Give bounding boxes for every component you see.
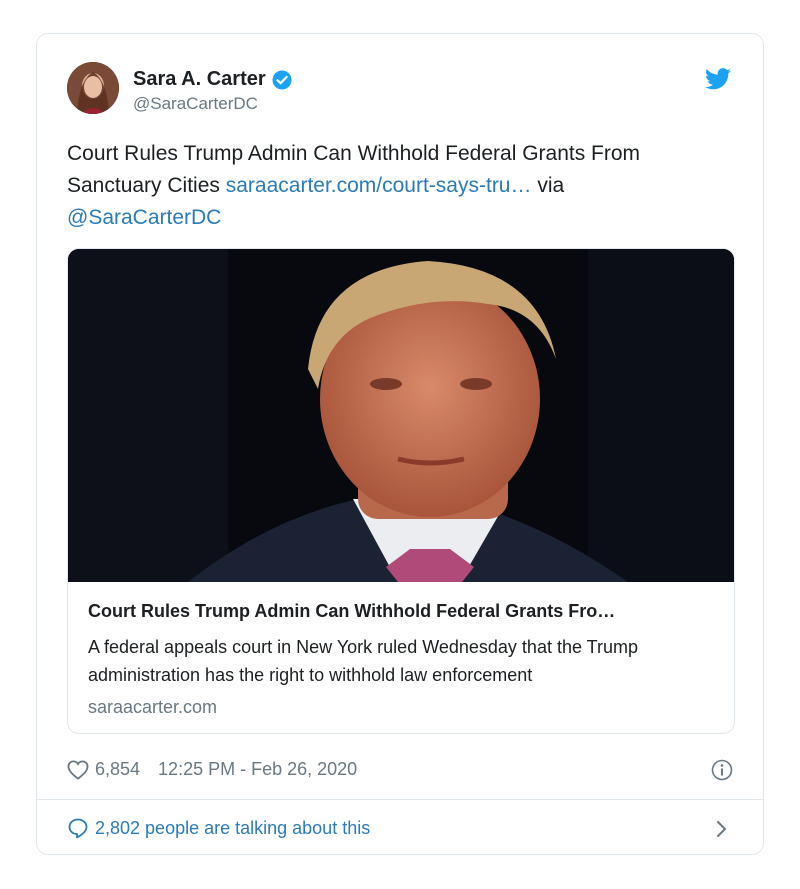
tweet-embed-card: Sara A. Carter @SaraCarterDC Court Rules… (36, 33, 764, 855)
timestamp[interactable]: 12:25 PM - Feb 26, 2020 (158, 759, 357, 780)
like-count[interactable]: 6,854 (95, 759, 140, 780)
preview-domain: saraacarter.com (88, 697, 218, 717)
verified-badge-icon (272, 70, 292, 90)
heart-icon[interactable] (67, 759, 89, 780)
preview-title[interactable]: Court Rules Trump Admin Can Withhold Fed… (88, 601, 718, 622)
divider (37, 799, 763, 800)
chevron-right-icon[interactable] (715, 818, 729, 840)
preview-description: A federal appeals court in New York rule… (88, 637, 638, 685)
info-icon[interactable] (711, 759, 733, 781)
preview-photo[interactable] (68, 249, 734, 582)
conversation-link[interactable]: 2,802 people are talking about this (67, 817, 370, 839)
tweet-url-link[interactable]: saraacarter.com/court-says-tru… (226, 174, 532, 197)
talking-count[interactable]: 2,802 people are talking about this (95, 818, 370, 839)
author-name-row[interactable]: Sara A. Carter (133, 68, 292, 91)
tweet-via: via (531, 174, 565, 197)
avatar[interactable] (67, 62, 119, 114)
mention-link[interactable]: @SaraCarterDC (67, 206, 221, 229)
tweet-meta: 6,854 12:25 PM - Feb 26, 2020 (67, 759, 357, 780)
author-handle[interactable]: @SaraCarterDC (133, 94, 258, 114)
twitter-bird-icon[interactable] (705, 68, 731, 90)
author-name[interactable]: Sara A. Carter (133, 68, 266, 91)
tweet-text: Court Rules Trump Admin Can Withhold Fed… (67, 138, 727, 234)
speech-bubble-icon (67, 817, 89, 839)
link-preview-card[interactable]: Court Rules Trump Admin Can Withhold Fed… (67, 248, 735, 734)
